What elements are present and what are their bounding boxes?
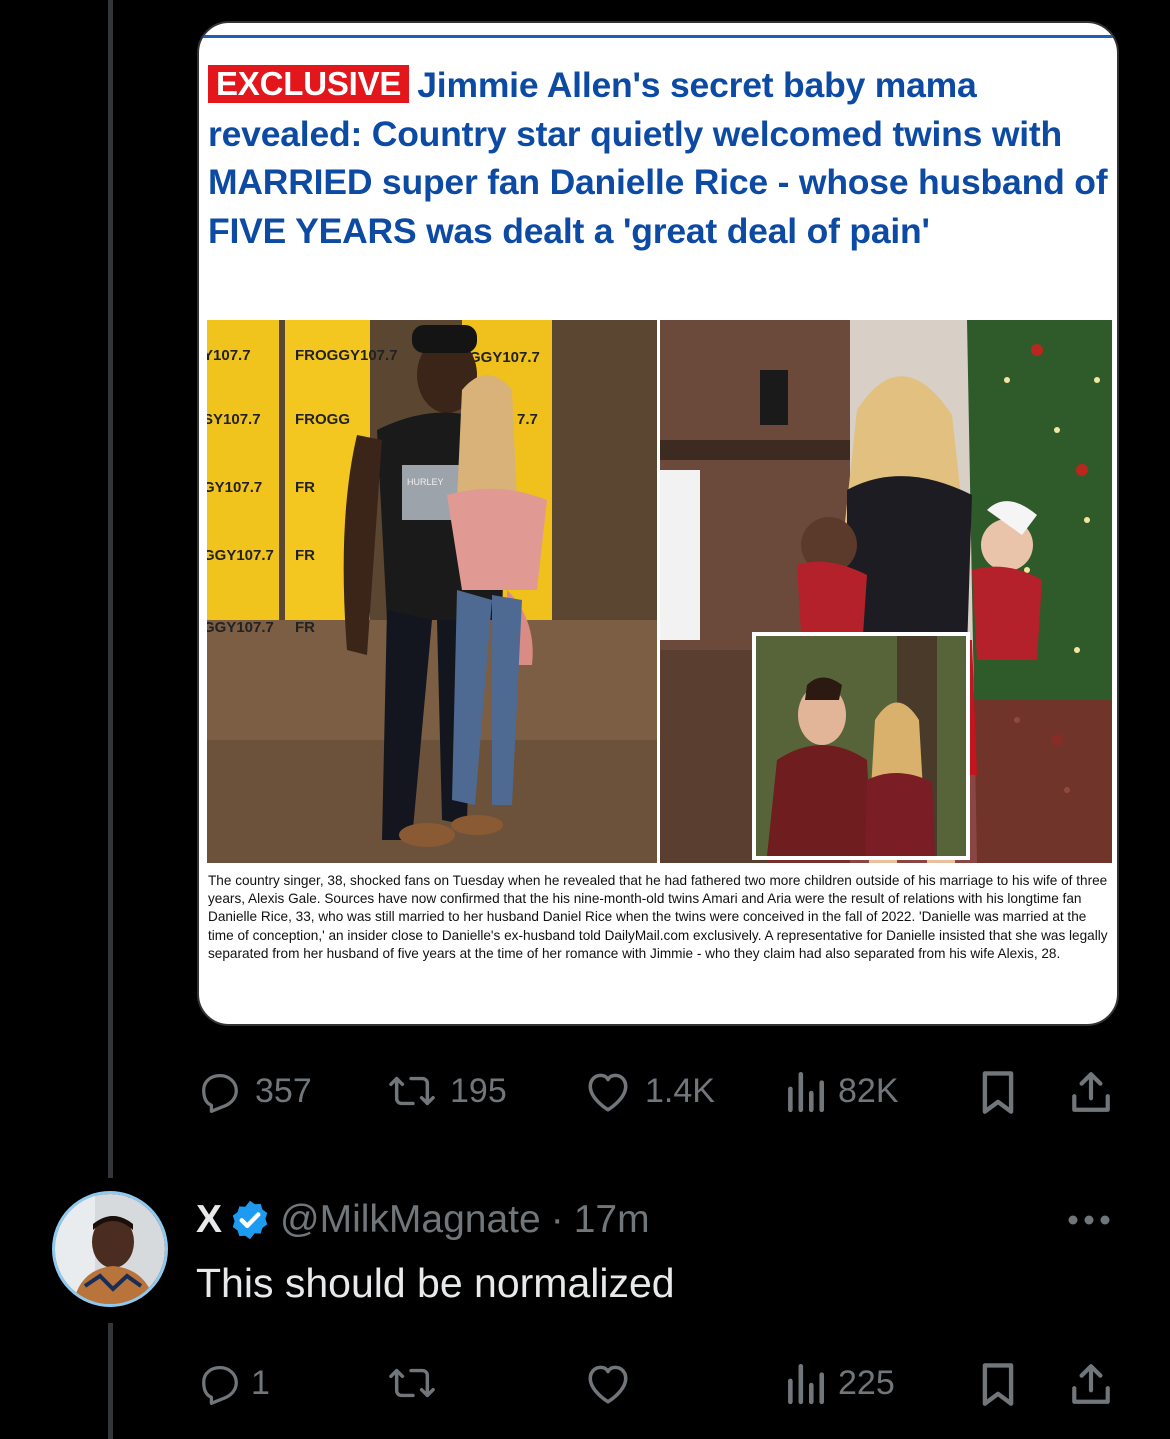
banner-text: Y107.7 <box>207 347 251 364</box>
exclusive-badge: EXCLUSIVE <box>208 65 410 103</box>
thread-line <box>108 0 113 1178</box>
banner-text: FROGGY107.7 <box>295 347 398 364</box>
more-options-button[interactable] <box>1066 1213 1112 1232</box>
shirt-text: HURLEY <box>407 477 444 487</box>
share-button[interactable] <box>1068 1068 1114 1116</box>
reply-icon <box>202 1074 238 1113</box>
reply-icon <box>202 1366 238 1405</box>
share-icon <box>1072 1072 1110 1112</box>
heart-icon <box>588 1073 628 1112</box>
banner-text: FR <box>295 547 315 564</box>
repost-icon <box>389 1076 435 1106</box>
photo-left: Y107.7 FROGGY107.7 GGY107.7 SY107.7 FROG… <box>207 320 657 863</box>
reply-count: 357 <box>255 1071 312 1110</box>
article-top-rule <box>199 35 1117 38</box>
heart-icon <box>588 1365 628 1404</box>
article-image-card[interactable]: EXCLUSIVE Jimmie Allen's secret baby mama… <box>197 21 1119 1026</box>
banner-text: FROGG <box>295 411 350 428</box>
views-icon <box>788 1363 825 1405</box>
reply-header: X @MilkMagnate · 17m <box>196 1196 650 1244</box>
article-headline: EXCLUSIVE Jimmie Allen's secret baby mama… <box>208 61 1113 255</box>
views-count: 225 <box>838 1363 895 1402</box>
banner-text: GGY107.7 <box>207 547 274 564</box>
like-button[interactable]: 1.4K <box>583 1068 715 1114</box>
views-button[interactable]: 225 <box>784 1360 895 1406</box>
share-button[interactable] <box>1068 1360 1114 1408</box>
bookmark-button[interactable] <box>976 1068 1020 1116</box>
banner-text: FR <box>295 619 315 636</box>
article-caption: The country singer, 38, shocked fans on … <box>208 873 1108 961</box>
bookmark-icon <box>982 1363 1014 1406</box>
verified-badge-icon <box>232 1200 268 1240</box>
reply-text: This should be normalized <box>196 1260 675 1306</box>
bookmark-button[interactable] <box>976 1360 1020 1408</box>
reply-action-bar: 1 225 <box>0 1360 1170 1410</box>
views-button[interactable]: 82K <box>784 1068 899 1114</box>
inset-photo <box>752 632 970 860</box>
banner-text: SY107.7 <box>207 411 261 428</box>
views-count: 82K <box>838 1071 899 1110</box>
bookmark-icon <box>982 1071 1014 1114</box>
post-action-bar: 357 195 1.4K 82K <box>0 1066 1170 1116</box>
repost-count: 195 <box>450 1071 507 1110</box>
repost-button[interactable] <box>386 1360 450 1406</box>
display-name[interactable]: X <box>196 1198 222 1242</box>
like-count: 1.4K <box>645 1071 715 1110</box>
share-icon <box>1072 1364 1110 1404</box>
banner-text: FR <box>295 479 315 496</box>
views-icon <box>788 1071 825 1113</box>
banner-text: 7.7 <box>517 411 538 428</box>
like-button[interactable] <box>583 1360 645 1406</box>
avatar[interactable] <box>52 1191 168 1307</box>
reply-count: 1 <box>251 1363 270 1402</box>
reply-button[interactable]: 1 <box>197 1360 270 1406</box>
banner-text: GGY107.7 <box>469 349 540 366</box>
article-photos: Y107.7 FROGGY107.7 GGY107.7 SY107.7 FROG… <box>207 320 1112 863</box>
repost-icon <box>389 1368 435 1398</box>
banner-text: GY107.7 <box>207 479 262 496</box>
timestamp[interactable]: 17m <box>574 1198 650 1242</box>
more-icon <box>1068 1215 1110 1225</box>
repost-button[interactable]: 195 <box>386 1068 507 1114</box>
separator-dot: · <box>550 1198 564 1241</box>
user-handle[interactable]: @MilkMagnate <box>280 1198 541 1242</box>
reply-button[interactable]: 357 <box>197 1068 312 1114</box>
banner-text: GGY107.7 <box>207 619 274 636</box>
